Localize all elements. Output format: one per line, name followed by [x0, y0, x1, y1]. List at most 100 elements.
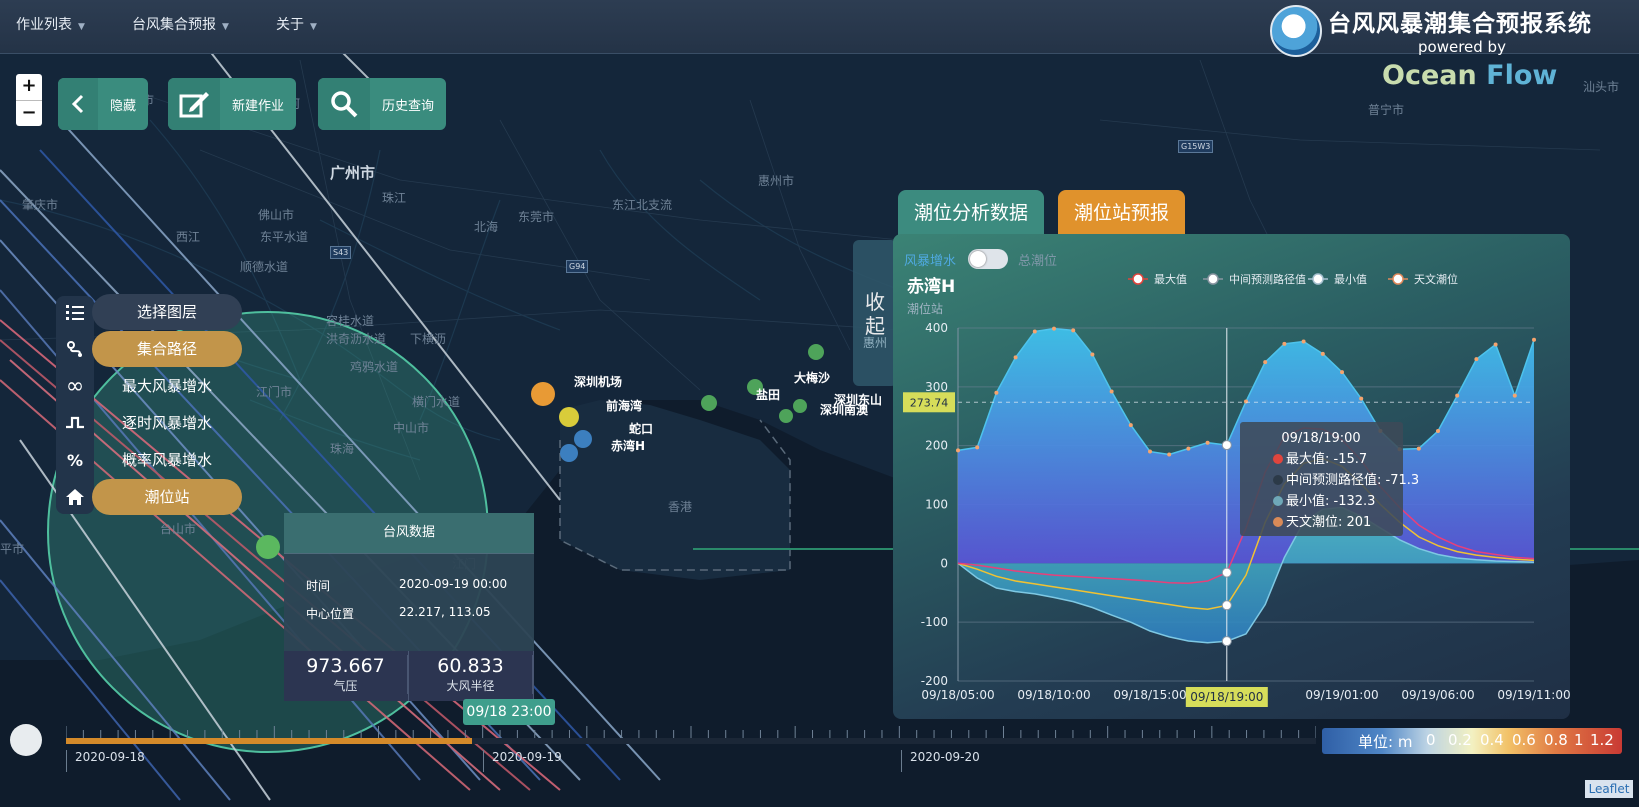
road-shield: G15W3 — [1178, 140, 1214, 153]
map-label: 广州市 — [330, 164, 376, 182]
legend-label: 天文潮位 — [1414, 272, 1458, 286]
chevron-down-icon: ▼ — [78, 22, 85, 32]
timeline-date: 2020-09-19 — [492, 750, 562, 764]
new-job-button-label: 新建作业 — [232, 98, 285, 114]
legend-marker — [1207, 273, 1219, 285]
tide-point — [975, 445, 980, 450]
play-button[interactable] — [10, 724, 42, 756]
y-tick-label: 100 — [925, 498, 948, 512]
map-label: 盐田 — [756, 388, 781, 402]
layer-select-button[interactable]: 选择图层 — [92, 294, 242, 330]
zoom-in-button[interactable]: + — [16, 74, 42, 101]
route-icon[interactable] — [56, 331, 94, 367]
tide-point — [1032, 329, 1037, 334]
crosshair-point — [1221, 636, 1232, 647]
map-label: 洪奇沥水道 — [326, 332, 387, 346]
timeline-divider — [66, 750, 67, 772]
crosshair-point — [1221, 567, 1232, 578]
nav-job-list[interactable]: 作业列表 ▼ — [16, 14, 85, 34]
brand-ocean-flow: Ocean Flow — [1382, 60, 1557, 91]
history-button[interactable]: 历史查询 — [318, 78, 447, 130]
map-label: 北海 — [474, 220, 499, 234]
layer-hourly-surge[interactable]: 逐时风暴增水 — [92, 405, 242, 441]
x-tick-label: 09/18/15:00 — [1113, 688, 1186, 702]
y-tick-label: 200 — [925, 439, 948, 453]
leaflet-attribution-link[interactable]: Leaflet — [1585, 780, 1633, 798]
toggle-total-label: 总潮位 — [1018, 254, 1058, 269]
map-label: 蛇口 — [629, 422, 654, 436]
tooltip-row: 最大值: -15.7 — [1286, 451, 1367, 467]
toggle-surge-label: 风暴增水 — [904, 254, 957, 269]
tide-point — [994, 390, 999, 395]
tide-point — [1282, 341, 1287, 346]
edit-icon — [168, 78, 220, 130]
collapse-panel-button[interactable]: 收起 惠州 — [853, 240, 897, 386]
nav-about[interactable]: 关于 ▼ — [276, 14, 317, 34]
nav-about-label: 关于 — [276, 17, 304, 33]
tab-tide-station-forecast[interactable]: 潮位站预报 — [1058, 190, 1186, 236]
tab-tide-analysis[interactable]: 潮位分析数据 — [898, 190, 1045, 236]
brand-ocean: Ocean — [1382, 60, 1477, 91]
tooltip-row: 天文潮位: 201 — [1286, 515, 1371, 530]
chevron-left-icon — [58, 78, 98, 130]
tide-point — [1128, 423, 1133, 428]
typhoon-radius-value: 60.833 — [409, 655, 533, 677]
history-button-label: 历史查询 — [382, 98, 435, 114]
x-tick-label: 09/19/06:00 — [1401, 688, 1474, 702]
map-label: 香港 — [668, 500, 693, 514]
hide-button[interactable]: 隐藏 — [58, 78, 149, 130]
tide-point — [1532, 337, 1536, 342]
map-label: 鸡鸦水道 — [350, 360, 399, 374]
y-tick-label: 400 — [925, 321, 948, 335]
layer-max-surge[interactable]: 最大风暴增水 — [92, 368, 242, 404]
layer-ensemble-track[interactable]: 集合路径 — [92, 331, 242, 367]
brand-powered-by: powered by — [1418, 38, 1506, 56]
map-label: 珠海 — [330, 442, 355, 456]
tide-point — [1301, 339, 1306, 344]
tide-point — [1205, 440, 1210, 445]
tide-point — [1186, 446, 1191, 451]
tide-point — [1455, 393, 1460, 398]
scale-tick: 1 — [1574, 731, 1584, 749]
list-icon[interactable] — [56, 294, 94, 330]
nav-typhoon-forecast-label: 台风集合预报 — [132, 17, 216, 33]
y-tick-label: 0 — [940, 556, 948, 570]
tooltip-dot — [1273, 517, 1283, 527]
station-name: 赤湾H — [907, 277, 956, 297]
map-label: 珠江 — [382, 191, 407, 205]
tide-point — [1148, 449, 1152, 454]
tooltip-dot — [1273, 496, 1283, 506]
timeline-divider — [901, 750, 902, 772]
map-label: 东莞市 — [518, 210, 555, 224]
new-job-button[interactable]: 新建作业 — [168, 78, 297, 130]
map-label: 江门市 — [256, 385, 293, 399]
y-tick-label: -200 — [921, 674, 948, 688]
home-icon[interactable] — [56, 479, 94, 515]
chevron-down-icon: ▼ — [222, 22, 229, 32]
nav-typhoon-forecast[interactable]: 台风集合预报 ▼ — [132, 14, 229, 34]
layer-tide-station[interactable]: 潮位站 — [92, 479, 242, 515]
tide-chart[interactable]: -200 -100 0 100 200 300 400 09/18/05:00 09/18/10… — [893, 272, 1571, 715]
percent-icon[interactable]: % — [56, 442, 94, 478]
map-label: 普宁市 — [1368, 103, 1405, 117]
map-label: 深圳南澳 — [820, 403, 869, 417]
zoom-out-button[interactable]: − — [16, 101, 42, 127]
x-tick-label: 09/18/05:00 — [921, 688, 994, 702]
hide-button-label: 隐藏 — [110, 98, 137, 114]
layer-probability-surge[interactable]: 概率风暴增水 — [92, 442, 242, 478]
scale-tick: 1.2 — [1590, 731, 1614, 749]
typhoon-data-popup: 台风数据 时间 2020-09-19 00:00 中心位置 22.217, 11… — [284, 513, 534, 701]
pulse-icon[interactable] — [56, 405, 94, 441]
legend-label: 最小值 — [1334, 273, 1367, 286]
surge-total-toggle[interactable] — [968, 249, 1008, 269]
infinity-icon[interactable]: ∞ — [56, 368, 94, 404]
brand-flow: Flow — [1476, 60, 1558, 91]
map-label: 顺德水道 — [240, 260, 289, 274]
map-label: 平市 — [0, 542, 25, 556]
road-shield: S43 — [330, 246, 352, 259]
zoom-control: + − — [16, 74, 42, 126]
tide-point — [1436, 428, 1440, 433]
map-label: 肇庆市 — [22, 198, 59, 212]
search-icon — [318, 78, 370, 130]
crosshair-x-label: 09/18/19:00 — [1190, 690, 1263, 704]
